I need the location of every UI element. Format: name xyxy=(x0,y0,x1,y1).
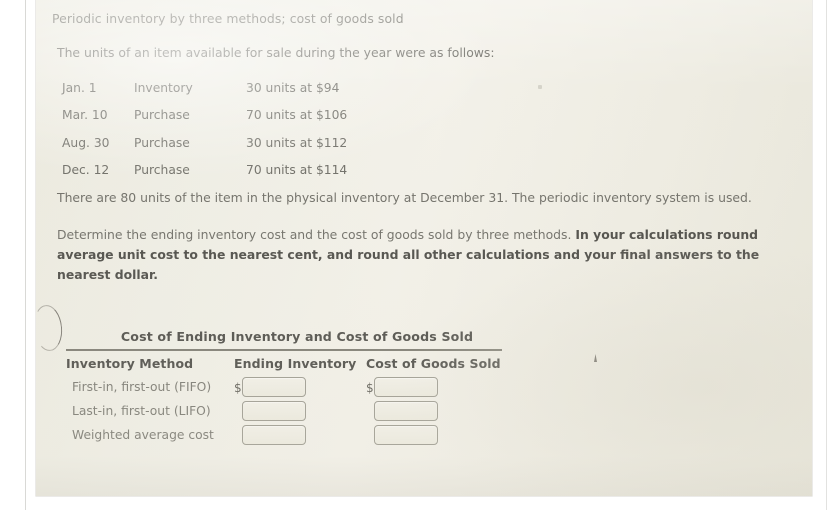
instructions-plain-text: Determine the ending inventory cost and … xyxy=(57,227,576,242)
answer-table-container: Cost of Ending Inventory and Cost of Goo… xyxy=(62,328,532,447)
input-lifo-cost-of-goods-sold[interactable] xyxy=(374,401,438,422)
table-row: Jan. 1 Inventory 30 units at $94 xyxy=(60,74,347,102)
table-row: Weighted average cost xyxy=(66,423,502,447)
column-header-ending-inventory: Ending Inventory xyxy=(234,355,357,371)
currency-symbol-hidden xyxy=(366,404,374,420)
row-label-weighted-average: Weighted average cost xyxy=(72,428,214,443)
input-fifo-ending-inventory[interactable] xyxy=(242,377,306,398)
input-weighted-average-cost-of-goods-sold[interactable] xyxy=(374,425,438,446)
inventory-row-detail: 70 units at $114 xyxy=(246,163,348,178)
inventory-row-type: Purchase xyxy=(134,108,190,123)
page-right-margin-rule xyxy=(826,0,827,510)
inventory-row-type: Purchase xyxy=(134,135,190,150)
cell-lifo-ending-inventory xyxy=(234,399,366,423)
scan-speck-caret xyxy=(594,354,597,362)
currency-symbol-hidden xyxy=(366,428,374,444)
currency-symbol: $ xyxy=(234,381,242,396)
inventory-row-type: Purchase xyxy=(134,163,190,178)
cell-weighted-average-cost-of-goods-sold xyxy=(366,423,502,447)
row-label-fifo: First-in, first-out (FIFO) xyxy=(72,380,212,395)
inventory-row-detail: 30 units at $112 xyxy=(246,135,348,150)
table-row: First-in, first-out (FIFO) $ $ xyxy=(66,375,502,399)
input-weighted-average-ending-inventory[interactable] xyxy=(242,425,306,446)
inventory-row-type: Inventory xyxy=(134,80,193,95)
table-row: Mar. 10 Purchase 70 units at $106 xyxy=(60,102,347,130)
cell-weighted-average-ending-inventory xyxy=(234,423,366,447)
physical-inventory-note: There are 80 units of the item in the ph… xyxy=(57,190,752,205)
problem-intro-text: The units of an item available for sale … xyxy=(57,45,495,60)
units-available-table: Jan. 1 Inventory 30 units at $94 Mar. 10… xyxy=(60,74,347,184)
inventory-row-date: Dec. 12 xyxy=(62,163,110,178)
inventory-row-date: Aug. 30 xyxy=(62,135,110,150)
scanned-page-view: Periodic inventory by three methods; cos… xyxy=(0,0,839,510)
worksheet-paper: Periodic inventory by three methods; cos… xyxy=(31,0,812,496)
handwritten-arc-mark xyxy=(31,303,65,353)
column-header-cost-of-goods-sold: Cost of Goods Sold xyxy=(366,355,501,371)
currency-symbol-hidden xyxy=(234,428,242,444)
table-row: Dec. 12 Purchase 70 units at $114 xyxy=(60,157,347,185)
instructions-paragraph: Determine the ending inventory cost and … xyxy=(57,225,799,285)
answer-table-head: Inventory Method Ending Inventory Cost o… xyxy=(66,351,502,376)
worksheet-content: Periodic inventory by three methods; cos… xyxy=(31,0,812,496)
cell-fifo-cost-of-goods-sold: $ xyxy=(366,375,502,399)
inventory-row-date: Jan. 1 xyxy=(62,80,97,95)
inventory-row-detail: 30 units at $94 xyxy=(246,80,340,95)
input-fifo-cost-of-goods-sold[interactable] xyxy=(374,377,438,398)
column-header-method: Inventory Method xyxy=(66,355,194,371)
currency-symbol: $ xyxy=(366,381,374,396)
inventory-row-detail: 70 units at $106 xyxy=(246,108,348,123)
cell-fifo-ending-inventory: $ xyxy=(234,375,366,399)
table-row: Last-in, first-out (LIFO) xyxy=(66,399,502,423)
answer-table-title: Cost of Ending Inventory and Cost of Goo… xyxy=(120,329,474,344)
row-label-lifo: Last-in, first-out (LIFO) xyxy=(72,404,211,419)
input-lifo-ending-inventory[interactable] xyxy=(242,401,306,422)
answer-table: Inventory Method Ending Inventory Cost o… xyxy=(66,351,502,448)
answer-table-header-row: Inventory Method Ending Inventory Cost o… xyxy=(66,351,502,376)
scan-speck-upper xyxy=(538,85,542,89)
currency-symbol-hidden xyxy=(234,404,242,420)
units-available-table-body: Jan. 1 Inventory 30 units at $94 Mar. 10… xyxy=(60,74,347,184)
cell-lifo-cost-of-goods-sold xyxy=(366,399,502,423)
page-left-margin-rule xyxy=(25,0,26,510)
table-row: Aug. 30 Purchase 30 units at $112 xyxy=(60,129,347,157)
inventory-row-date: Mar. 10 xyxy=(62,108,108,123)
answer-table-body: First-in, first-out (FIFO) $ $ Last-in, … xyxy=(66,375,502,447)
problem-heading: Periodic inventory by three methods; cos… xyxy=(52,11,404,26)
